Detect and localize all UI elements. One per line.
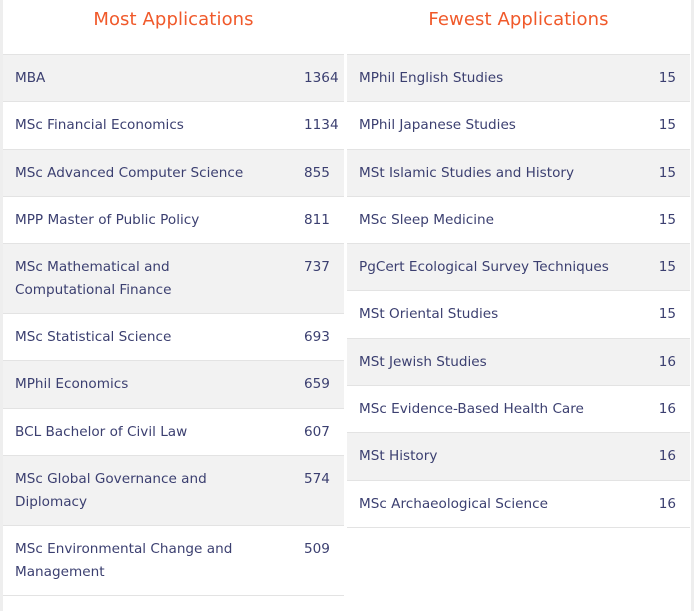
application-count: 1364 (304, 70, 339, 86)
course-name: MSc Sleep Medicine (359, 211, 494, 228)
table-row: MSt Oriental Studies 15 (347, 291, 690, 339)
fewest-applications-column: Fewest Applications MPhil English Studie… (347, 0, 690, 528)
course-name: MSc Statistical Science (15, 329, 172, 346)
application-count: 16 (658, 448, 676, 465)
table-row: MSt History 16 (347, 433, 690, 481)
course-name: MBA (15, 70, 46, 86)
most-applications-column: Most Applications MBA 1364 MSc Financial… (3, 0, 344, 597)
table-row: MSc Financial Economics 1134 (3, 102, 344, 150)
course-name: MSc Evidence-Based Health Care (359, 401, 584, 418)
table-row: MSc Archaeological Science 16 (347, 481, 690, 528)
application-count: 15 (658, 211, 676, 228)
table-row: MPhil Economics 659 (3, 361, 344, 409)
application-count: 855 (304, 164, 330, 181)
application-count: 607 (304, 423, 330, 440)
applications-page: Most Applications MBA 1364 MSc Financial… (0, 0, 694, 611)
course-name: MPP Master of Public Policy (15, 211, 200, 228)
table-row: BCL Bachelor of Civil Law 607 (3, 409, 344, 457)
table-row: MSc Advanced Computer Science 855 (3, 149, 344, 197)
table-row: MSc Statistical Science 693 (3, 314, 344, 362)
application-count: 16 (658, 495, 676, 512)
table-row: MPhil Japanese Studies 15 (347, 102, 690, 150)
application-count: 1134 (304, 117, 339, 134)
application-count: 16 (658, 353, 676, 370)
course-name: MSc Environmental Change and Management (15, 541, 233, 580)
course-name: MSc Advanced Computer Science (15, 164, 244, 181)
application-count: 693 (304, 329, 330, 346)
table-row: MSc Global Governance and Diplomacy 574 (3, 456, 344, 527)
course-name: MPhil Japanese Studies (359, 117, 516, 134)
application-count: 15 (658, 117, 676, 134)
application-count: 15 (658, 306, 676, 323)
application-count: 16 (658, 401, 676, 418)
course-name: MSt History (359, 448, 438, 465)
course-name: MSc Global Governance and Diplomacy (15, 471, 207, 510)
table-row: PgCert Ecological Survey Techniques 15 (347, 244, 690, 292)
most-applications-title: Most Applications (93, 9, 254, 30)
course-name: MSt Islamic Studies and History (359, 164, 575, 181)
application-count: 811 (304, 211, 330, 228)
course-name: MSt Oriental Studies (359, 306, 499, 323)
application-count: 659 (304, 376, 330, 393)
course-name: MSc Financial Economics (15, 117, 184, 134)
application-count: 737 (304, 259, 330, 276)
table-row: MSc Mathematical and Computational Finan… (3, 244, 344, 315)
application-count: 15 (658, 70, 676, 86)
table-row: MSt Islamic Studies and History 15 (347, 149, 690, 197)
course-name: MSc Archaeological Science (359, 495, 548, 512)
table-row: MBA 1364 (3, 55, 344, 103)
application-count: 509 (304, 541, 330, 558)
application-count: 574 (304, 471, 330, 488)
course-name: MSc Mathematical and Computational Finan… (15, 259, 172, 298)
course-name: MPhil English Studies (359, 70, 504, 86)
course-name: PgCert Ecological Survey Techniques (359, 259, 609, 276)
table-row: MSc Evidence-Based Health Care 16 (347, 386, 690, 434)
fewest-applications-title: Fewest Applications (428, 9, 609, 30)
application-count: 15 (658, 164, 676, 181)
fewest-applications-table: MPhil English Studies 15 MPhil Japanese … (347, 54, 690, 528)
course-name: BCL Bachelor of Civil Law (15, 423, 188, 440)
application-count: 15 (658, 259, 676, 276)
table-row: MPhil English Studies 15 (347, 55, 690, 103)
table-row: MSc Sleep Medicine 15 (347, 197, 690, 245)
table-row: MPP Master of Public Policy 811 (3, 197, 344, 245)
course-name: MSt Jewish Studies (359, 353, 487, 370)
course-name: MPhil Economics (15, 376, 129, 393)
most-applications-table: MBA 1364 MSc Financial Economics 1134 MS… (3, 54, 344, 597)
table-row: MSc Environmental Change and Management … (3, 526, 344, 597)
table-row: MSt Jewish Studies 16 (347, 338, 690, 387)
